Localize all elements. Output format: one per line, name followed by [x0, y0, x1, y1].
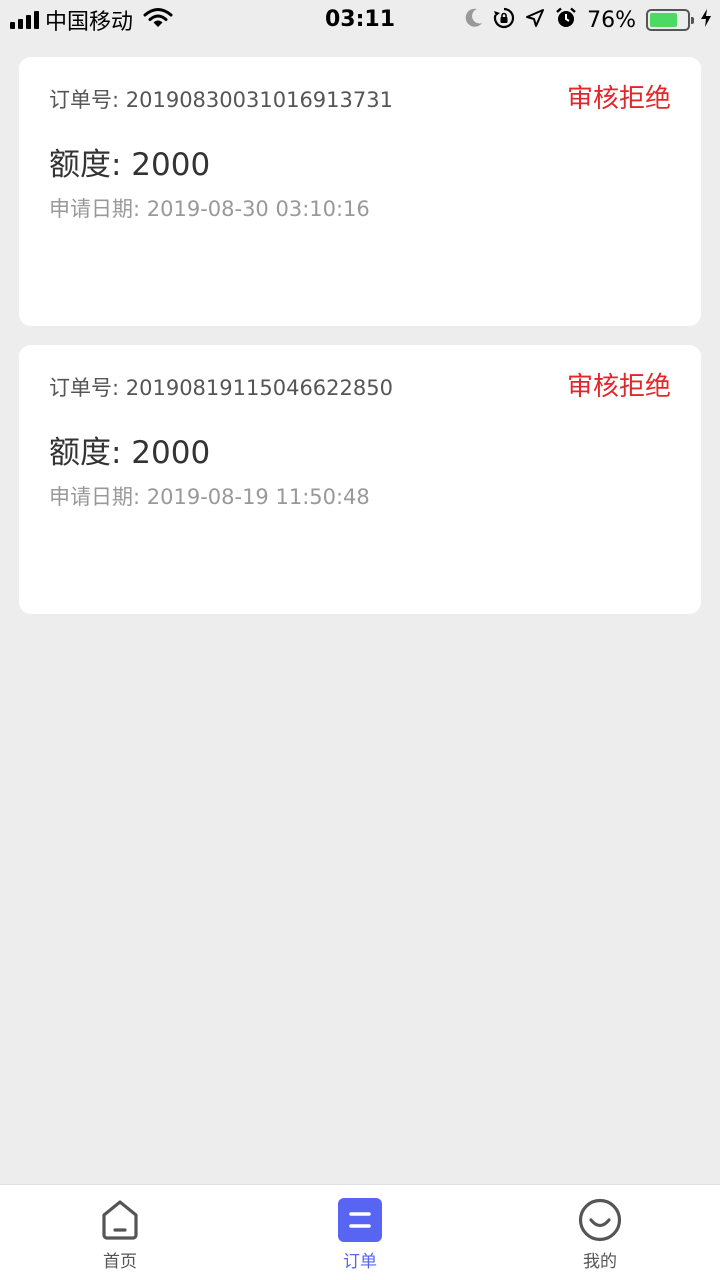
order-status-badge: 审核拒绝 [566, 84, 671, 114]
order-list: 订单号: 20190830031016913731 审核拒绝 额度: 2000 … [19, 57, 701, 633]
order-status-badge: 审核拒绝 [566, 372, 671, 402]
battery-icon [646, 9, 694, 31]
screen: 中国移动 03:11 76% 订单号: 20190830031016913731… [0, 0, 720, 1280]
order-card[interactable]: 订单号: 20190830031016913731 审核拒绝 额度: 2000 … [19, 57, 701, 326]
home-icon [97, 1197, 143, 1243]
tab-bar: 首页 订单 我的 [0, 1184, 720, 1280]
battery-percent: 76% [587, 7, 636, 33]
tab-home[interactable]: 首页 [0, 1185, 240, 1280]
order-card[interactable]: 订单号: 20190819115046622850 审核拒绝 额度: 2000 … [19, 345, 701, 614]
order-amount: 额度: 2000 [49, 435, 211, 471]
location-icon [525, 8, 545, 32]
tab-orders-label: 订单 [343, 1252, 377, 1272]
status-right: 76% [465, 6, 712, 34]
rotation-lock-icon [493, 7, 515, 33]
order-number: 订单号: 20190830031016913731 [49, 88, 393, 112]
order-date: 申请日期: 2019-08-19 11:50:48 [49, 485, 370, 509]
order-date: 申请日期: 2019-08-30 03:10:16 [49, 197, 370, 221]
tab-mine[interactable]: 我的 [480, 1185, 720, 1280]
order-number: 订单号: 20190819115046622850 [49, 376, 393, 400]
smile-icon [577, 1197, 623, 1243]
status-bar: 中国移动 03:11 76% [0, 0, 720, 40]
order-list-icon [337, 1197, 383, 1243]
tab-mine-label: 我的 [583, 1252, 617, 1272]
tab-orders[interactable]: 订单 [240, 1185, 480, 1280]
alarm-icon [555, 7, 577, 33]
order-amount: 额度: 2000 [49, 147, 211, 183]
charging-icon [700, 8, 712, 32]
moon-icon [465, 8, 483, 32]
tab-home-label: 首页 [103, 1252, 137, 1272]
